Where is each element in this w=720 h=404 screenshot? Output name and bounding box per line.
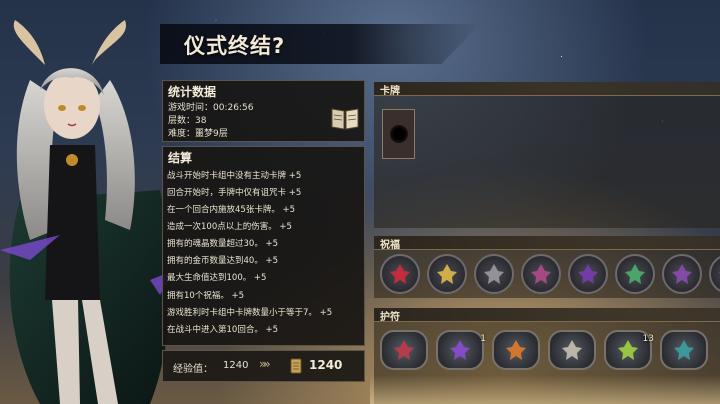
experience-bar: 经验值： 1240 »» 1240 [162, 350, 365, 382]
charm-fire-mask-icon[interactable] [492, 330, 540, 370]
book-icon[interactable] [330, 105, 360, 131]
fire-mask-icon [506, 340, 526, 360]
spark-wing-icon [437, 264, 457, 284]
serpent-icon [674, 340, 694, 360]
charm-green-potion-icon[interactable]: 13 [604, 330, 654, 370]
charm-serpent-icon[interactable] [660, 330, 708, 370]
charms-section-header: 护符 [374, 308, 720, 323]
arrow-icon: »» [259, 357, 271, 371]
result-line: 拥有的魂晶数量超过30。 +5 [167, 239, 279, 249]
experience-total: 1240 [309, 358, 343, 372]
result-line: 战斗开始时卡组中没有主动卡牌 +5 [167, 171, 302, 181]
blessings-row [380, 254, 720, 294]
charm-purple-gem-icon[interactable]: 1 [436, 330, 486, 370]
results-panel: 结算 战斗开始时卡组中没有主动卡牌 +5 回合开始时，手牌中仅有诅咒卡 +5 在… [162, 146, 365, 346]
result-line: 拥有的金币数量达到40。 +5 [167, 256, 279, 266]
orb-amulet-icon [394, 340, 414, 360]
eye-rune-icon [672, 264, 692, 284]
play-time: 游戏时间：00:26:56 [168, 103, 254, 113]
experience-label: 经验值： [173, 364, 213, 375]
charms-section-label: 护符 [380, 312, 400, 323]
bone-shard-icon [562, 340, 582, 360]
result-line: 造成一次100点以上的伤害。 +5 [167, 222, 292, 232]
shadow-crystal-icon [578, 264, 598, 284]
result-line: 最大生命值达到100。 +5 [167, 273, 267, 283]
blessings-section-header: 祝福 [374, 236, 720, 251]
blessings-section-label: 祝福 [380, 240, 400, 251]
result-line: 在战斗中进入第10回合。 +5 [167, 325, 279, 335]
stats-panel: 统计数据 游戏时间：00:26:56 层数：38 难度：噩梦9层 [162, 80, 365, 142]
blessing-spark-wing-icon[interactable] [427, 254, 467, 294]
scroll-icon [290, 358, 302, 374]
rune-sigil-icon [531, 264, 551, 284]
results-heading: 结算 [168, 151, 193, 165]
result-line: 回合开始时，手牌中仅有诅咒卡 +5 [167, 188, 302, 198]
purple-gem-icon [450, 340, 470, 360]
charm-count-badge: 1 [480, 334, 486, 344]
charm-count-badge: 13 [642, 334, 654, 344]
result-line: 拥有10个祝福。 +5 [167, 291, 245, 301]
void-icon [389, 125, 408, 143]
result-line: 游戏胜利时卡组中卡牌数量小于等于7。 +5 [167, 308, 333, 318]
green-potion-icon [618, 340, 638, 360]
blessing-heart-icon[interactable] [380, 254, 420, 294]
cards-section-label: 卡牌 [380, 86, 400, 97]
charms-row: 1 13 [380, 330, 708, 370]
heart-icon [390, 264, 410, 284]
blessing-stone-fist-icon[interactable] [474, 254, 514, 294]
result-line: 在一个回合内施放45张卡牌。 +5 [167, 205, 296, 215]
blessing-shadow-crystal-icon[interactable] [568, 254, 608, 294]
experience-value: 1240 [223, 360, 249, 371]
blessing-ring-icon[interactable] [709, 254, 720, 294]
charm-orb-amulet-icon[interactable] [380, 330, 428, 370]
character-portrait [0, 20, 175, 404]
floor-count: 层数：38 [168, 116, 207, 126]
cards-panel [374, 82, 720, 228]
green-swirl-icon [625, 264, 645, 284]
page-title: 仪式终结? [184, 34, 286, 58]
blessing-green-swirl-icon[interactable] [615, 254, 655, 294]
cards-section-header: 卡牌 [374, 82, 720, 97]
ground-glow [370, 375, 720, 404]
charm-bone-shard-icon[interactable] [548, 330, 596, 370]
stone-fist-icon [484, 264, 504, 284]
stats-heading: 统计数据 [168, 85, 217, 99]
difficulty: 难度：噩梦9层 [168, 129, 228, 139]
blessing-rune-sigil-icon[interactable] [521, 254, 561, 294]
card-thumbnail[interactable] [382, 109, 415, 159]
blessing-eye-rune-icon[interactable] [662, 254, 702, 294]
